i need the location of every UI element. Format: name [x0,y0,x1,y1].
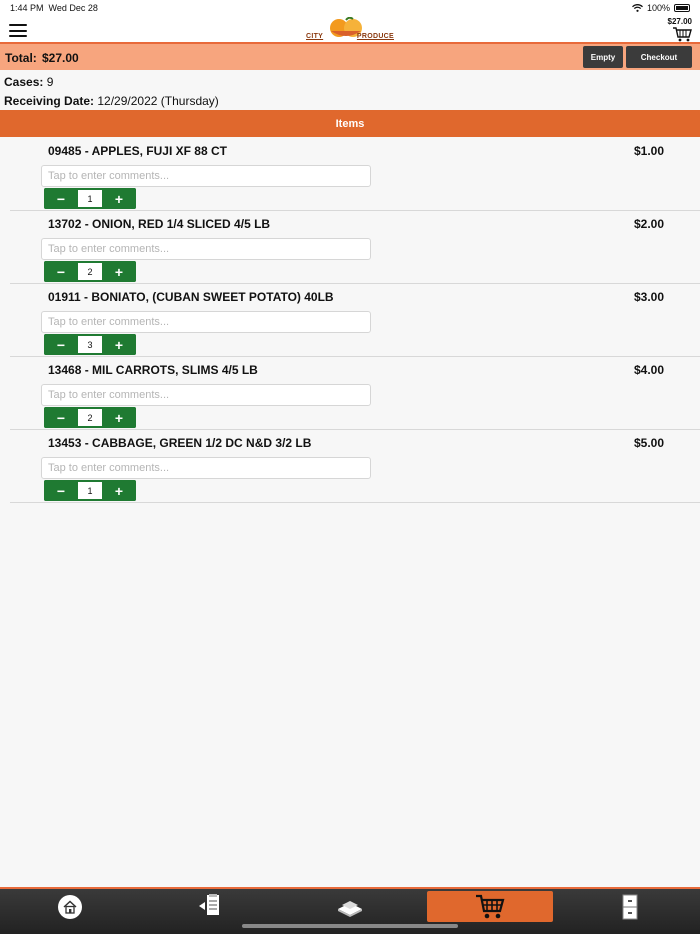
status-indicators: 100% [632,3,690,13]
tab-order-guide[interactable] [147,891,273,922]
app-header: CITY PRODUCE $27.00 [0,16,700,44]
order-total-bar: Total: $27.00 Empty Checkout [0,44,700,70]
header-cart-total: $27.00 [667,17,692,26]
item-name: 13453 - CABBAGE, GREEN 1/2 DC N&D 3/2 LB [48,436,312,450]
catalog-icon [338,900,362,917]
city-produce-logo: CITY PRODUCE [303,17,395,43]
receiving-date-info: Receiving Date: 12/29/2022 (Thursday) [4,94,219,108]
quantity-stepper: − 1 + [44,188,136,209]
cart-icon [476,894,505,918]
home-icon [58,894,82,919]
quantity-value[interactable]: 2 [78,263,102,280]
quantity-stepper: − 2 + [44,261,136,282]
tab-catalog[interactable] [287,891,413,922]
decrease-quantity-button[interactable]: − [44,188,78,209]
receiving-date-value: 12/29/2022 (Thursday) [97,94,219,108]
cases-info: Cases: 9 [4,75,54,89]
increase-quantity-button[interactable]: + [102,188,136,209]
total-value: $27.00 [42,51,79,65]
status-bar: 1:44 PM Wed Dec 28 100% [0,0,700,16]
increase-quantity-button[interactable]: + [102,407,136,428]
cabinet-icon [622,894,638,919]
comment-input[interactable] [41,238,371,260]
quantity-value[interactable]: 1 [78,482,102,499]
item-price: $4.00 [633,363,664,377]
item-price: $3.00 [633,290,664,304]
comment-input[interactable] [41,457,371,479]
tab-cart[interactable] [427,891,553,922]
items-section-header: Items [0,110,700,137]
tab-home[interactable] [7,891,133,922]
quantity-value[interactable]: 2 [78,409,102,426]
list-item: 13702 - ONION, RED 1/4 SLICED 4/5 LB $2.… [10,211,700,284]
quantity-value[interactable]: 3 [78,336,102,353]
battery-percent: 100% [646,3,670,13]
cart-icon [673,27,692,42]
item-name: 13702 - ONION, RED 1/4 SLICED 4/5 LB [48,217,271,231]
decrease-quantity-button[interactable]: − [44,261,78,282]
hamburger-menu-icon[interactable] [9,24,27,37]
item-price: $1.00 [633,144,664,158]
checkout-button[interactable]: Checkout [626,46,692,68]
item-name: 13468 - MIL CARROTS, SLIMS 4/5 LB [48,363,258,377]
tab-account[interactable] [567,891,693,922]
comment-input[interactable] [41,165,371,187]
status-time: 1:44 PM Wed Dec 28 [10,3,98,13]
quantity-stepper: − 3 + [44,334,136,355]
increase-quantity-button[interactable]: + [102,480,136,501]
quantity-stepper: − 2 + [44,407,136,428]
cases-value: 9 [46,75,54,89]
decrease-quantity-button[interactable]: − [44,407,78,428]
home-indicator [242,924,458,928]
item-price: $5.00 [633,436,664,450]
item-price: $2.00 [633,217,664,231]
list-item: 09485 - APPLES, FUJI XF 88 CT $1.00 − 1 … [10,138,700,211]
item-name: 09485 - APPLES, FUJI XF 88 CT [48,144,227,158]
list-item: 13468 - MIL CARROTS, SLIMS 4/5 LB $4.00 … [10,357,700,430]
wifi-icon [632,4,643,12]
quantity-stepper: − 1 + [44,480,136,501]
empty-cart-button[interactable]: Empty [583,46,623,68]
order-guide-icon [199,893,219,915]
increase-quantity-button[interactable]: + [102,334,136,355]
battery-icon [674,4,690,12]
quantity-value[interactable]: 1 [78,190,102,207]
decrease-quantity-button[interactable]: − [44,334,78,355]
comment-input[interactable] [41,311,371,333]
list-item: 13453 - CABBAGE, GREEN 1/2 DC N&D 3/2 LB… [10,430,700,503]
decrease-quantity-button[interactable]: − [44,480,78,501]
list-item: 01911 - BONIATO, (CUBAN SWEET POTATO) 40… [10,284,700,357]
comment-input[interactable] [41,384,371,406]
item-name: 01911 - BONIATO, (CUBAN SWEET POTATO) 40… [48,290,334,304]
header-cart-button[interactable]: $27.00 [660,17,692,43]
total-label: Total: [5,51,37,65]
increase-quantity-button[interactable]: + [102,261,136,282]
